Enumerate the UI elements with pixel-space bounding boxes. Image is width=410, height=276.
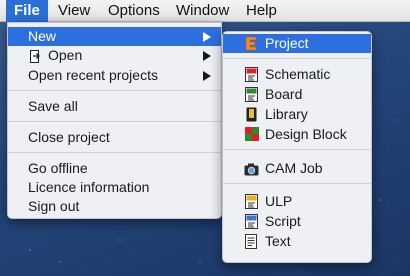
menu-item-close-project[interactable]: Close project [8,128,221,147]
menu-separator [8,121,221,122]
new-submenu: Project Schematic Board Library Design B… [222,31,372,263]
menu-item-label: Sign out [28,198,80,214]
menu-window[interactable]: Window [168,0,237,22]
menu-item-label: New [28,28,57,44]
open-folder-icon [30,49,41,63]
submenu-item-label: Project [265,35,309,51]
menu-file[interactable]: File [6,0,48,22]
submenu-item-library[interactable]: Library [223,105,371,124]
menu-item-licence-information[interactable]: Licence information [8,178,221,197]
submenu-item-script[interactable]: Script [223,212,371,231]
script-icon [245,214,258,229]
menu-item-save-all[interactable]: Save all [8,97,221,116]
menu-help[interactable]: Help [238,0,285,22]
submenu-item-cam-job[interactable]: CAM Job [223,159,371,178]
menu-item-label: Close project [28,129,110,145]
ulp-script-icon [245,194,258,209]
submenu-item-project[interactable]: Project [223,34,371,53]
file-menu: New Open Open recent projects Save all C… [7,22,222,219]
text-document-icon [245,234,257,249]
menu-item-go-offline[interactable]: Go offline [8,159,221,178]
submenu-item-label: Script [265,213,301,229]
submenu-item-schematic[interactable]: Schematic [223,65,371,84]
library-book-icon [246,107,257,122]
menu-item-label: Open recent projects [28,67,158,83]
submenu-item-label: Library [265,106,308,122]
submenu-item-ulp[interactable]: ULP [223,192,371,211]
chevron-right-icon [203,71,211,81]
board-icon [245,87,258,102]
menu-separator [223,183,371,184]
submenu-item-label: ULP [265,193,293,209]
submenu-item-label: Design Block [265,126,347,142]
submenu-item-design-block[interactable]: Design Block [223,125,371,144]
menu-view[interactable]: View [50,0,98,22]
menu-separator [8,90,221,91]
submenu-item-label: CAM Job [265,160,323,176]
schematic-icon [245,67,258,82]
submenu-item-text[interactable]: Text [223,232,371,251]
menu-item-open-recent[interactable]: Open recent projects [8,66,221,85]
menu-item-label: Go offline [28,160,88,176]
design-block-icon [245,127,259,141]
submenu-item-label: Board [265,86,303,102]
menu-separator [223,58,371,59]
chevron-right-icon [203,51,211,61]
submenu-item-label: Schematic [265,66,331,82]
menu-options[interactable]: Options [100,0,168,22]
menu-separator [8,152,221,153]
submenu-item-label: Text [265,233,291,249]
menu-item-open[interactable]: Open [8,46,221,65]
menu-item-label: Save all [28,98,78,114]
project-e-icon [245,36,257,51]
submenu-item-board[interactable]: Board [223,85,371,104]
chevron-right-icon [203,32,211,42]
menu-item-new[interactable]: New [8,27,221,46]
menu-bar: File View Options Window Help [0,0,410,22]
menu-item-label: Licence information [28,179,150,195]
menu-separator [223,149,371,150]
cam-camera-icon [244,162,259,176]
menu-item-sign-out[interactable]: Sign out [8,197,221,216]
